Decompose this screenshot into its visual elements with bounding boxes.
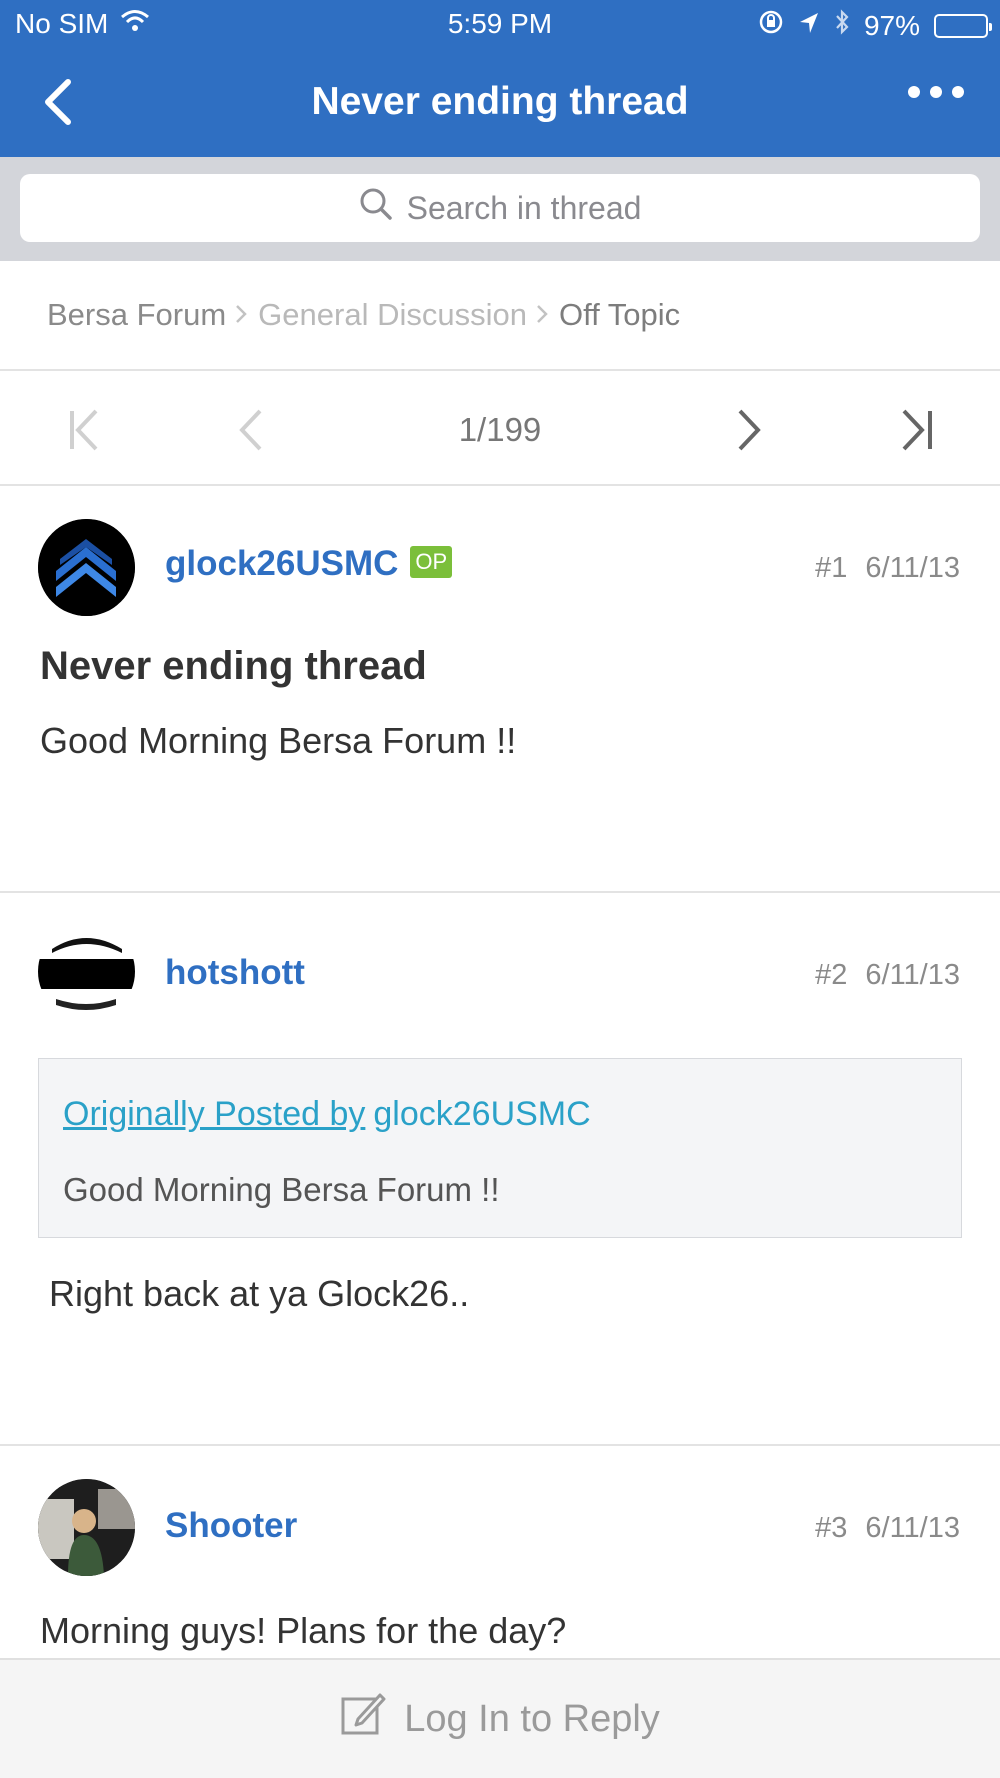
post-2: hotshott #2 6/11/13 Originally Posted by g… <box>0 893 1000 1446</box>
orientation-lock-icon <box>758 9 784 42</box>
username-text[interactable]: glock26USMC <box>165 544 398 583</box>
post-date: 6/11/13 <box>865 1512 960 1544</box>
breadcrumb-item-offtopic[interactable]: Off Topic <box>559 297 680 333</box>
quote-header: Originally Posted by glock26USMC <box>63 1095 591 1134</box>
page-indicator[interactable]: 1/199 <box>0 411 1000 449</box>
search-input[interactable]: Search in thread <box>20 174 980 242</box>
dot <box>952 86 964 98</box>
post-title: Never ending thread <box>40 644 427 688</box>
post-author[interactable]: hotshott <box>165 953 305 993</box>
last-page-icon[interactable] <box>892 405 942 455</box>
battery-percent: 97% <box>863 9 920 41</box>
post-number[interactable]: #2 <box>815 959 847 991</box>
nav-bar: Never ending thread <box>0 50 1000 157</box>
avatar[interactable] <box>38 519 135 616</box>
breadcrumb: Bersa Forum General Discussion Off Topic <box>0 261 1000 371</box>
chevron-right-icon <box>535 297 549 333</box>
post-meta: #1 6/11/13 <box>815 552 960 585</box>
post-author[interactable]: Shooter <box>165 1506 297 1546</box>
op-badge: OP <box>410 545 453 578</box>
quote-source-link[interactable]: Originally Posted by <box>63 1095 365 1133</box>
breadcrumb-item-general[interactable]: General Discussion <box>258 297 527 333</box>
quote-block: Originally Posted by glock26USMC Good Mor… <box>38 1058 962 1238</box>
login-to-reply-button[interactable]: Log In to Reply <box>404 1698 660 1741</box>
search-icon <box>359 187 393 229</box>
post-meta: #2 6/11/13 <box>815 959 960 992</box>
post-author[interactable]: glock26USMC OP <box>165 544 453 584</box>
location-arrow-icon <box>798 10 820 42</box>
avatar[interactable] <box>38 1479 135 1576</box>
status-right: 97% <box>758 8 992 43</box>
dot <box>908 86 920 98</box>
post-3: Shooter #3 6/11/13 Morning guys! Plans fo… <box>0 1446 1000 1686</box>
search-placeholder: Search in thread <box>406 189 642 226</box>
battery-icon <box>934 13 992 38</box>
status-bar: No SIM 5:59 PM 97% <box>0 0 1000 50</box>
next-page-icon[interactable] <box>724 405 774 455</box>
page-title: Never ending thread <box>311 80 689 123</box>
search-bar-container: Search in thread <box>0 157 1000 261</box>
quote-author[interactable]: glock26USMC <box>373 1095 590 1133</box>
post-body: Right back at ya Glock26.. <box>49 1273 470 1314</box>
post-number[interactable]: #1 <box>815 552 847 584</box>
post-body: Good Morning Bersa Forum !! <box>40 720 517 761</box>
post-number[interactable]: #3 <box>815 1512 847 1544</box>
post-date: 6/11/13 <box>865 959 960 991</box>
post-date: 6/11/13 <box>865 552 960 584</box>
bluetooth-icon <box>834 8 850 43</box>
post-meta: #3 6/11/13 <box>815 1512 960 1545</box>
post-1: glock26USMC OP #1 6/11/13 Never ending thr… <box>0 486 1000 893</box>
breadcrumb-item-forum[interactable]: Bersa Forum <box>47 297 226 333</box>
reply-bar[interactable]: Log In to Reply <box>0 1658 1000 1778</box>
chevron-right-icon <box>234 297 248 333</box>
compose-icon <box>340 1691 386 1747</box>
dot <box>930 86 942 98</box>
pagination: 1/199 <box>0 371 1000 486</box>
ellipsis-icon[interactable] <box>908 86 964 98</box>
quote-text: Good Morning Bersa Forum !! <box>63 1171 500 1208</box>
post-body: Morning guys! Plans for the day? <box>40 1610 567 1651</box>
avatar[interactable] <box>38 923 135 1020</box>
